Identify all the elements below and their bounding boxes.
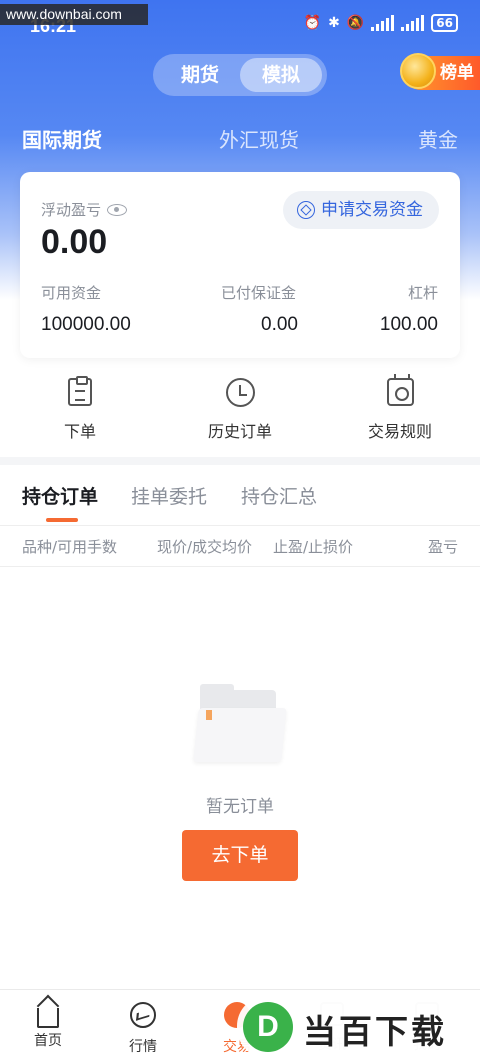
tab-international-futures[interactable]: 国际期货	[22, 124, 102, 153]
signal-icon	[371, 15, 395, 31]
tab-forex-spot[interactable]: 外汇现货	[219, 124, 299, 153]
medal-icon	[400, 53, 436, 89]
column-symbol: 品种/可用手数	[22, 538, 118, 556]
apply-funds-label: 申请交易资金	[321, 200, 423, 220]
calendar-icon	[386, 374, 414, 406]
mode-switch: 期货 模拟	[153, 54, 327, 96]
tabbar-market-label: 行情	[129, 1039, 157, 1055]
coin-icon	[297, 201, 315, 219]
account-card: 浮动盈亏 0.00 申请交易资金 可用资金 已付保证金 杠杆 100000.00…	[20, 172, 460, 358]
paid-margin-label: 已付保证金	[221, 284, 297, 302]
logo-d-icon: D	[243, 1002, 293, 1052]
empty-folder-icon	[192, 684, 288, 762]
order-history-action[interactable]: 历史订单	[180, 378, 300, 442]
trading-rules-action[interactable]: 交易规则	[340, 374, 460, 442]
floating-pl-label: 浮动盈亏	[41, 201, 102, 219]
table-header: 品种/可用手数 现价/成交均价 止盈/止损价 盈亏	[0, 527, 480, 567]
rank-badge-button[interactable]: 榜单	[400, 53, 480, 90]
trading-rules-label: 交易规则	[367, 422, 432, 441]
leverage-value: 100.00	[379, 314, 438, 335]
logo-text: 当百下载	[303, 1012, 447, 1051]
bluetooth-icon: ✱	[328, 15, 340, 31]
rank-badge-label: 榜单	[440, 63, 474, 83]
status-icons: ⏰ ✱ 🔕 66	[304, 14, 458, 32]
clipboard-icon	[68, 376, 92, 406]
alarm-icon: ⏰	[303, 15, 322, 31]
section-divider	[0, 457, 480, 465]
clock-icon	[225, 378, 255, 407]
watermark-text: www.downbai.com	[0, 4, 148, 25]
go-place-order-button[interactable]: 去下单	[182, 830, 298, 881]
market-tabs: 国际期货 外汇现货 黄金	[0, 124, 480, 154]
empty-state-text: 暂无订单	[206, 797, 274, 817]
tabbar-home[interactable]: 首页	[13, 1002, 83, 1050]
order-tabs: 持仓订单 挂单委托 持仓汇总	[0, 480, 480, 526]
column-tp-sl: 止盈/止损价	[273, 538, 354, 556]
battery-icon: 66	[431, 14, 458, 32]
mode-simulation-tab[interactable]: 模拟	[240, 58, 322, 92]
tab-position-summary[interactable]: 持仓汇总	[241, 482, 317, 509]
floating-pl-value: 0.00	[41, 223, 108, 261]
trend-icon	[130, 1002, 156, 1028]
mode-futures-tab[interactable]: 期货	[163, 58, 237, 92]
tabbar-market[interactable]: 行情	[108, 1002, 178, 1056]
column-pl: 盈亏	[427, 538, 458, 556]
active-tab-indicator	[46, 518, 78, 522]
order-history-label: 历史订单	[207, 422, 272, 441]
eye-icon[interactable]	[107, 203, 128, 216]
tab-pending-orders[interactable]: 挂单委托	[131, 482, 207, 509]
available-funds-label: 可用资金	[41, 284, 102, 302]
signal-icon-2	[401, 15, 425, 31]
watermark-logo: D 当百下载	[237, 996, 480, 1058]
mute-icon: 🔕	[346, 15, 365, 31]
column-price: 现价/成交均价	[157, 538, 253, 556]
home-icon	[37, 1008, 59, 1028]
tabbar-home-label: 首页	[34, 1033, 62, 1049]
place-order-action[interactable]: 下单	[20, 376, 140, 442]
available-funds-value: 100000.00	[41, 314, 131, 335]
floating-pl-label-group: 浮动盈亏	[41, 199, 128, 220]
tab-positions[interactable]: 持仓订单	[22, 482, 98, 509]
apply-funds-button[interactable]: 申请交易资金	[283, 191, 439, 229]
paid-margin-value: 0.00	[261, 314, 298, 335]
leverage-label: 杠杆	[407, 284, 438, 302]
place-order-label: 下单	[63, 422, 96, 441]
tab-gold[interactable]: 黄金	[418, 124, 458, 153]
